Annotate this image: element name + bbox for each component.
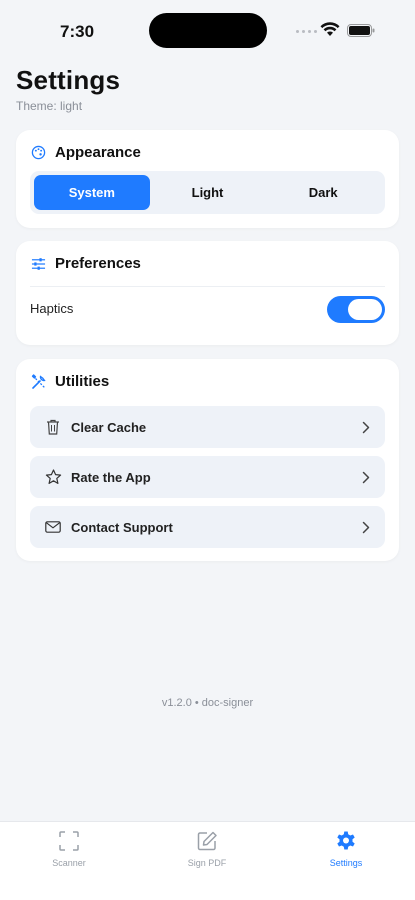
divider [30, 286, 385, 287]
segment-light[interactable]: Light [150, 175, 266, 210]
appearance-card: Appearance System Light Dark [16, 130, 399, 228]
utilities-title: Utilities [55, 373, 110, 390]
status-time: 7:30 [60, 22, 95, 41]
chevron-right-icon [361, 520, 371, 534]
edit-icon [197, 831, 217, 851]
star-icon [44, 468, 62, 486]
tab-settings[interactable]: Settings [291, 830, 401, 868]
version-label: v1.2.0 • doc-signer [161, 697, 254, 709]
utilities-header: Utilities [30, 373, 109, 390]
theme-subtitle: Theme: light [16, 99, 83, 113]
appearance-header: Appearance [30, 144, 141, 161]
toggle-knob [348, 299, 382, 320]
chevron-right-icon [361, 420, 371, 434]
tab-bar: Scanner Sign PDF Settings [0, 821, 415, 900]
appearance-segmented-control: System Light Dark [30, 171, 385, 214]
tools-icon [30, 373, 47, 390]
haptics-toggle[interactable] [327, 296, 385, 323]
preferences-header: Preferences [30, 255, 141, 272]
utilities-card: Utilities Clear Cache Rate the App Conta… [16, 359, 399, 561]
page-title: Settings [16, 65, 121, 95]
tab-sign-pdf-label: Sign PDF [187, 858, 227, 868]
tab-scanner[interactable]: Scanner [14, 830, 124, 868]
preferences-title: Preferences [55, 255, 141, 272]
clear-cache-label: Clear Cache [71, 419, 147, 435]
sliders-icon [30, 255, 47, 272]
rate-app-row[interactable]: Rate the App [30, 456, 385, 498]
palette-icon [30, 144, 47, 161]
status-bar: 7:30 [0, 0, 415, 60]
appearance-title: Appearance [55, 144, 141, 161]
scan-icon [59, 831, 79, 851]
tab-scanner-label: Scanner [52, 858, 86, 868]
contact-support-label: Contact Support [71, 519, 173, 535]
wifi-icon [320, 22, 340, 36]
haptics-label: Haptics [30, 301, 74, 316]
trash-icon [44, 418, 62, 436]
tab-settings-label: Settings [329, 858, 363, 868]
tab-sign-pdf[interactable]: Sign PDF [152, 830, 262, 868]
gear-icon [337, 831, 355, 850]
rate-app-label: Rate the App [71, 469, 151, 485]
mail-icon [44, 518, 62, 536]
settings-screen: 7:30 Settings Theme: light Appearance Sy… [0, 0, 415, 900]
chevron-right-icon [361, 470, 371, 484]
preferences-card: Preferences Haptics [16, 241, 399, 345]
segment-system[interactable]: System [34, 175, 150, 210]
battery-icon [347, 24, 375, 37]
segment-dark[interactable]: Dark [265, 175, 381, 210]
clear-cache-row[interactable]: Clear Cache [30, 406, 385, 448]
contact-support-row[interactable]: Contact Support [30, 506, 385, 548]
cellular-signal-icon [296, 30, 317, 33]
dynamic-island [149, 13, 267, 48]
